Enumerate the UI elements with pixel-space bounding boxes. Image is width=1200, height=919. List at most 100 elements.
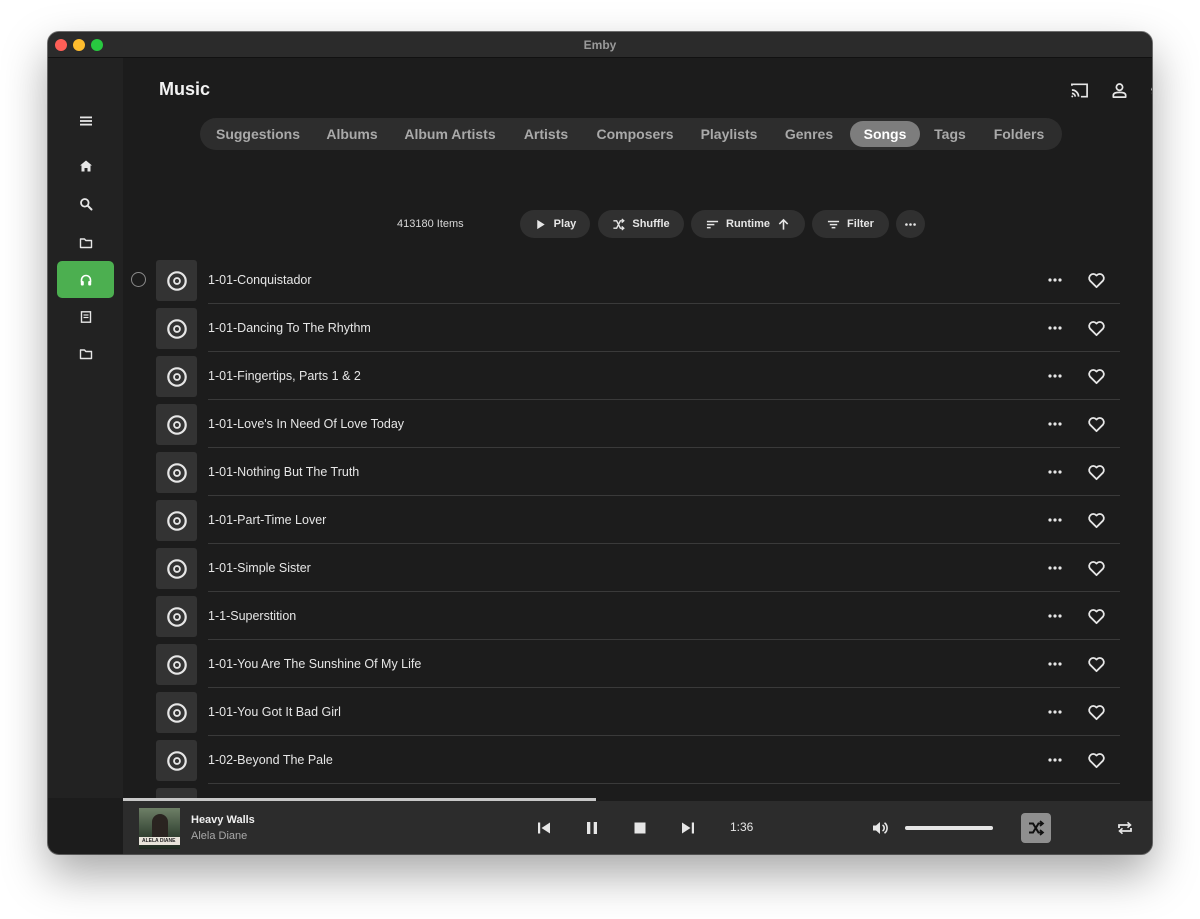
song-more-button[interactable]: [1043, 556, 1067, 580]
song-title[interactable]: 1-01-Part-Time Lover: [208, 496, 326, 544]
song-more-button[interactable]: [1043, 316, 1067, 340]
now-playing-artist[interactable]: Alela Diane: [191, 830, 247, 842]
list-item[interactable]: 1-01-Fingertips, Parts 1 & 2: [123, 352, 1152, 400]
user-icon: [1111, 82, 1127, 98]
song-thumbnail[interactable]: [156, 740, 197, 781]
song-more-button[interactable]: [1043, 268, 1067, 292]
song-more-button[interactable]: [1043, 748, 1067, 772]
stop-button[interactable]: [627, 815, 653, 841]
favorite-button[interactable]: [1084, 700, 1108, 724]
song-thumbnail[interactable]: [156, 692, 197, 733]
song-title[interactable]: 1-02-Beyond The Pale: [208, 736, 333, 784]
favorite-button[interactable]: [1084, 268, 1108, 292]
more-icon: [1048, 278, 1062, 282]
song-more-button[interactable]: [1043, 700, 1067, 724]
song-thumbnail[interactable]: [156, 404, 197, 445]
next-track-button[interactable]: [675, 815, 701, 841]
shuffle-toggle[interactable]: [1021, 813, 1051, 843]
song-more-button[interactable]: [1043, 652, 1067, 676]
song-thumbnail[interactable]: [156, 500, 197, 541]
list-item[interactable]: 1-01-Simple Sister: [123, 544, 1152, 592]
tab-artists[interactable]: Artists: [512, 121, 580, 147]
song-more-button[interactable]: [1043, 604, 1067, 628]
sidebar-item-folder[interactable]: [57, 224, 114, 261]
song-more-button[interactable]: [1043, 412, 1067, 436]
repeat-button[interactable]: [1112, 815, 1138, 841]
list-item[interactable]: 1-01-Part-Time Lover: [123, 496, 1152, 544]
user-button[interactable]: [1107, 78, 1131, 102]
toolbar-more-button[interactable]: [896, 210, 925, 238]
shuffle-all-button[interactable]: Shuffle: [598, 210, 684, 238]
favorite-button[interactable]: [1084, 556, 1108, 580]
song-title[interactable]: 1-01-Dancing To The Rhythm: [208, 304, 371, 352]
tab-album-artists[interactable]: Album Artists: [394, 121, 506, 147]
tab-playlists[interactable]: Playlists: [690, 121, 768, 147]
list-item[interactable]: 1-01-Conquistador: [123, 256, 1152, 304]
tab-albums[interactable]: Albums: [316, 121, 388, 147]
disc-icon: [166, 414, 187, 435]
song-more-button[interactable]: [1043, 508, 1067, 532]
page-title: Music: [159, 79, 211, 99]
volume-slider[interactable]: [905, 826, 993, 830]
mute-button[interactable]: [867, 815, 893, 841]
song-title[interactable]: 1-01-Love's In Need Of Love Today: [208, 400, 404, 448]
favorite-button[interactable]: [1084, 316, 1108, 340]
song-title[interactable]: 1-01-Simple Sister: [208, 544, 311, 592]
sidebar-item-search[interactable]: [57, 185, 114, 222]
song-thumbnail[interactable]: [156, 644, 197, 685]
list-item[interactable]: 1-01-Nothing But The Truth: [123, 448, 1152, 496]
song-thumbnail[interactable]: [156, 308, 197, 349]
favorite-button[interactable]: [1084, 652, 1108, 676]
list-item[interactable]: 1-01-Dancing To The Rhythm: [123, 304, 1152, 352]
filter-button[interactable]: Filter: [812, 210, 889, 238]
song-thumbnail[interactable]: [156, 452, 197, 493]
list-item[interactable]: 1-01-You Got It Bad Girl: [123, 688, 1152, 736]
sidebar-item-home[interactable]: [57, 147, 114, 184]
sidebar-item-music[interactable]: [57, 261, 114, 298]
song-title[interactable]: 1-01-You Got It Bad Girl: [208, 688, 341, 736]
list-item[interactable]: 1-01-You Are The Sunshine Of My Life: [123, 640, 1152, 688]
tab-tags[interactable]: Tags: [926, 121, 974, 147]
album-cover[interactable]: ALELA DIANE: [139, 808, 180, 849]
list-item[interactable]: 1-02-Beyond The Pale: [123, 736, 1152, 784]
list-item[interactable]: 1-01-Love's In Need Of Love Today: [123, 400, 1152, 448]
tab-genres[interactable]: Genres: [774, 121, 844, 147]
favorite-button[interactable]: [1084, 508, 1108, 532]
song-title[interactable]: 1-1-Superstition: [208, 592, 296, 640]
list-item[interactable]: 1-1-Superstition: [123, 592, 1152, 640]
tab-folders[interactable]: Folders: [980, 121, 1058, 147]
select-checkbox[interactable]: [131, 272, 146, 287]
song-title[interactable]: 1-01-Nothing But The Truth: [208, 448, 359, 496]
song-title[interactable]: 1-01-Conquistador: [208, 256, 312, 304]
pause-button[interactable]: [579, 815, 605, 841]
favorite-button[interactable]: [1084, 748, 1108, 772]
song-thumbnail[interactable]: [156, 548, 197, 589]
song-more-button[interactable]: [1043, 460, 1067, 484]
sidebar-item-folder-2[interactable]: [57, 335, 114, 372]
play-all-button[interactable]: Play: [520, 210, 590, 238]
cast-button[interactable]: [1067, 78, 1091, 102]
tab-suggestions[interactable]: Suggestions: [206, 121, 310, 147]
sort-button[interactable]: Runtime: [691, 210, 805, 238]
previous-track-button[interactable]: [531, 815, 557, 841]
sidebar-item-books[interactable]: [57, 298, 114, 335]
tab-songs[interactable]: Songs: [850, 121, 920, 147]
song-thumbnail[interactable]: [156, 356, 197, 397]
favorite-button[interactable]: [1084, 604, 1108, 628]
heart-icon: [1087, 512, 1105, 528]
folder-icon: [79, 237, 92, 248]
favorite-button[interactable]: [1084, 460, 1108, 484]
heart-icon: [1087, 320, 1105, 336]
song-title[interactable]: 1-01-You Are The Sunshine Of My Life: [208, 640, 421, 688]
settings-button[interactable]: [1146, 78, 1152, 102]
favorite-button[interactable]: [1084, 364, 1108, 388]
now-playing-title[interactable]: Heavy Walls: [191, 814, 255, 826]
tab-composers[interactable]: Composers: [586, 121, 684, 147]
song-thumbnail[interactable]: [156, 260, 197, 301]
song-thumbnail[interactable]: [156, 596, 197, 637]
song-more-button[interactable]: [1043, 364, 1067, 388]
song-title[interactable]: 1-01-Fingertips, Parts 1 & 2: [208, 352, 361, 400]
shuffle-label: Shuffle: [632, 218, 670, 230]
favorite-button[interactable]: [1084, 412, 1108, 436]
sidebar-menu-button[interactable]: [57, 102, 114, 139]
